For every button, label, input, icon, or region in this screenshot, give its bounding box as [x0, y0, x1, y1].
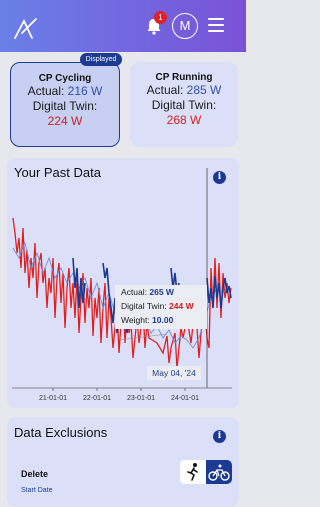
x-tick-label: 24-01-01: [171, 395, 199, 402]
running-icon: [187, 463, 198, 481]
actual-row: Actual: 285 W: [130, 83, 238, 98]
tooltip-actual-row: Actual: 265 W: [121, 285, 207, 299]
tooltip-connector: [118, 333, 168, 341]
tooltip-weight-row: Weight: 10.00: [121, 313, 207, 327]
twin-value: 268 W: [166, 113, 202, 127]
tooltip-twin-value: 244 W: [169, 301, 194, 311]
past-data-chart[interactable]: 21-01-01 22-01-01 23-01-01 24-01-01: [7, 158, 239, 408]
actual-label: Actual:: [146, 83, 184, 97]
actual-row: Actual: 216 W: [11, 84, 119, 99]
running-toggle-option[interactable]: [180, 460, 206, 484]
x-tick-label: 23-01-01: [127, 395, 155, 402]
start-date-label: Start Date: [21, 487, 53, 494]
chart-date-tooltip: May 04, '24: [147, 366, 201, 380]
cp-running-card[interactable]: CP Running Actual: 285 W Digital Twin: 2…: [130, 62, 238, 147]
displayed-badge: Displayed: [80, 53, 122, 66]
card-title: CP Running: [155, 72, 213, 83]
x-tick-label: 21-01-01: [39, 395, 67, 402]
avatar[interactable]: M: [172, 13, 198, 39]
twin-label: Digital Twin:: [32, 99, 98, 113]
tooltip-actual-label: Actual:: [121, 287, 147, 297]
cycling-icon: [208, 464, 230, 481]
twin-value: 224 W: [47, 114, 83, 128]
data-exclusions-panel: Data Exclusions i Delete Start Date: [7, 417, 239, 507]
x-tick-label: 22-01-01: [83, 395, 111, 402]
tooltip-actual-value: 265 W: [149, 287, 174, 297]
actual-label: Actual:: [27, 84, 65, 98]
tooltip-weight-value: 10.00: [152, 315, 174, 325]
tooltip-twin-row: Digital Twin: 244 W: [121, 299, 207, 313]
cp-cycling-card[interactable]: CP Cycling Actual: 216 W Digital Twin: 2…: [10, 62, 120, 147]
cycling-toggle-option[interactable]: [206, 460, 232, 484]
actual-value: 216 W: [67, 84, 103, 98]
data-exclusions-title: Data Exclusions: [14, 425, 108, 440]
twin-label: Digital Twin:: [151, 98, 217, 112]
tooltip-weight-label: Weight:: [121, 315, 150, 325]
notification-badge: 1: [154, 11, 167, 24]
hamburger-menu-icon[interactable]: [208, 18, 224, 32]
tooltip-twin-label: Digital Twin:: [121, 301, 167, 311]
chart-tooltip: Actual: 265 W Digital Twin: 244 W Weight…: [115, 285, 207, 329]
actual-value: 285 W: [186, 83, 222, 97]
app-header: 1 M: [0, 0, 246, 52]
info-icon[interactable]: i: [213, 430, 226, 443]
card-title: CP Cycling: [38, 73, 92, 84]
sport-toggle[interactable]: [180, 460, 232, 484]
delete-label: Delete: [21, 469, 49, 479]
app-logo-icon[interactable]: [12, 15, 38, 41]
past-data-panel: Your Past Data i 21-01-01 22-01-01 23-01…: [7, 158, 239, 408]
